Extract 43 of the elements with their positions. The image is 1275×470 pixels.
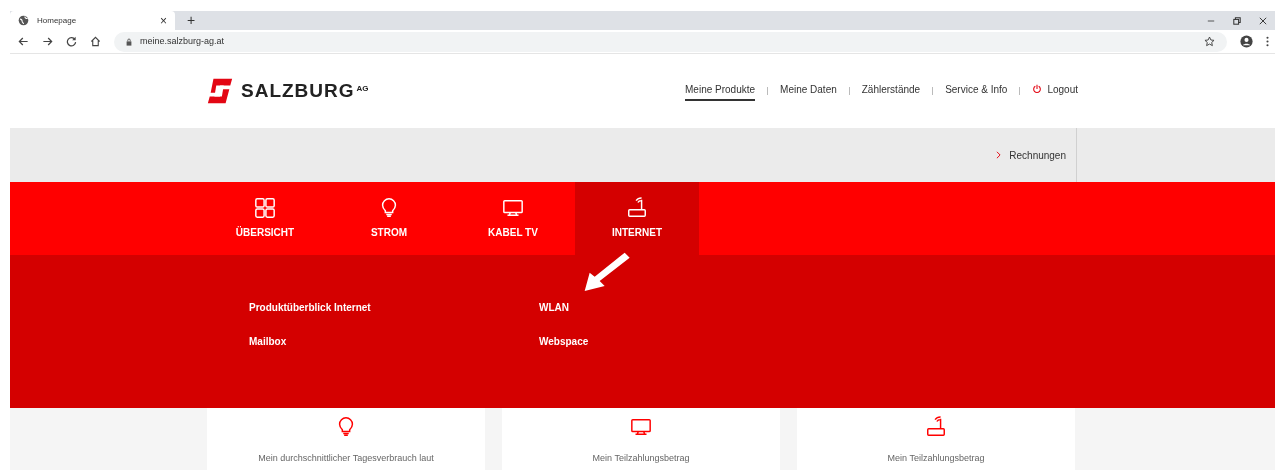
product-tab[interactable]: INTERNET xyxy=(575,182,699,255)
invoices-link[interactable]: Rechnungen xyxy=(996,147,1076,163)
star-icon[interactable] xyxy=(1204,36,1215,47)
lock-icon xyxy=(126,37,132,46)
logo-text: SALZBURG xyxy=(241,78,355,103)
logo-icon xyxy=(205,77,235,105)
chevron-right-icon xyxy=(996,151,1002,159)
tab-close-button[interactable]: × xyxy=(160,14,167,27)
dropdown-link[interactable]: Produktüberblick Internet xyxy=(249,301,539,315)
restore-icon[interactable] xyxy=(1233,16,1241,25)
logout-link[interactable]: Logout xyxy=(1032,81,1078,101)
product-tab[interactable]: STROM xyxy=(327,182,451,255)
dropdown-link[interactable]: Mailbox xyxy=(249,335,539,349)
power-icon xyxy=(1032,84,1043,94)
dropdown-link[interactable]: WLAN xyxy=(539,301,829,315)
card-text: Mein Teilzahlungsbetrag xyxy=(887,452,985,465)
router-icon xyxy=(626,197,648,219)
menu-icon[interactable] xyxy=(1266,36,1269,47)
globe-icon xyxy=(18,15,29,26)
profile-icon[interactable] xyxy=(1240,35,1253,48)
logo-suffix: AG xyxy=(356,82,369,95)
home-icon[interactable] xyxy=(90,36,101,47)
card-text: Mein Teilzahlungsbetrag xyxy=(592,452,690,465)
new-tab-button[interactable]: + xyxy=(187,11,196,30)
product-tab[interactable]: ÜBERSICHT xyxy=(203,182,327,255)
close-icon[interactable] xyxy=(1259,16,1267,25)
nav-link[interactable]: Meine Daten xyxy=(780,81,837,101)
grid-icon xyxy=(254,197,276,219)
address-bar[interactable]: meine.salzburg-ag.at xyxy=(114,31,1227,52)
nav-link[interactable]: Meine Produkte xyxy=(685,81,756,101)
monitor-icon xyxy=(502,197,524,219)
nav-link[interactable]: Zählerstände xyxy=(861,81,921,101)
forward-icon[interactable] xyxy=(42,36,53,47)
dropdown-link[interactable]: Webspace xyxy=(539,335,829,349)
product-tab[interactable]: KABEL TV xyxy=(451,182,575,255)
tab-title: Homepage xyxy=(37,14,78,27)
card-text: Mein durchschnittlicher Tagesverbrauch laut xyxy=(258,452,434,465)
reload-icon[interactable] xyxy=(66,36,77,47)
nav-link[interactable]: Service & Info xyxy=(945,81,1008,101)
url-text: meine.salzburg-ag.at xyxy=(140,34,226,48)
browser-tab[interactable]: Homepage × xyxy=(10,11,175,30)
monitor-icon xyxy=(628,416,654,438)
back-icon[interactable] xyxy=(18,36,29,47)
